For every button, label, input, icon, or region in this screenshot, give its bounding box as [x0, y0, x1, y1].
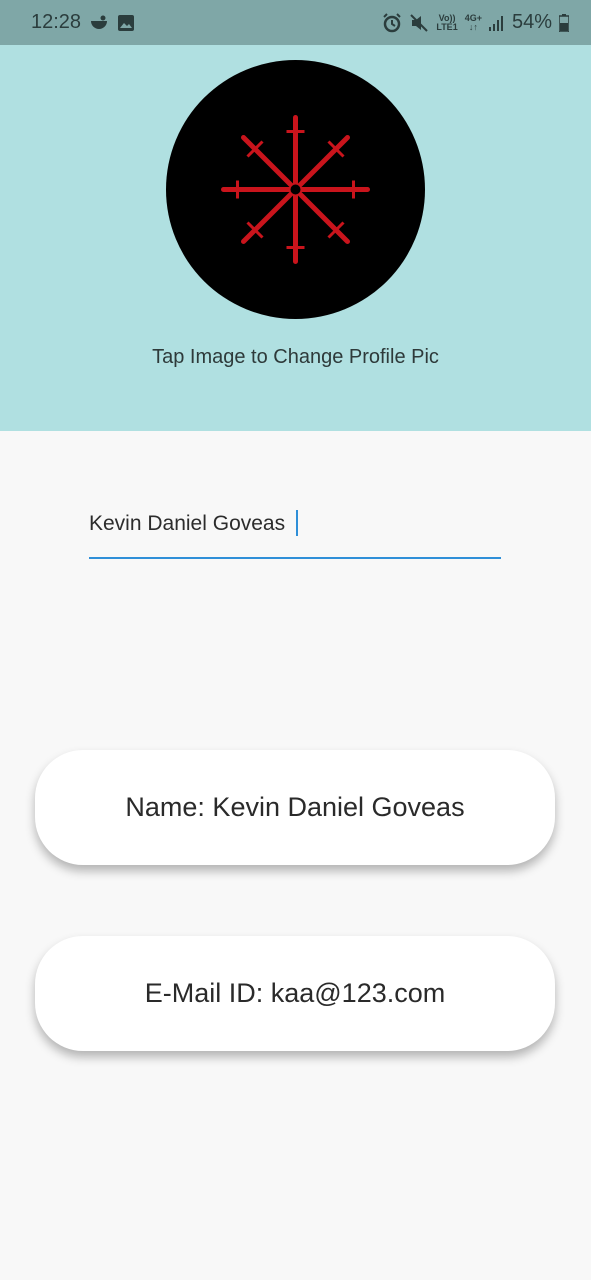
profile-avatar[interactable] — [166, 60, 425, 319]
email-card: E-Mail ID: kaa@123.com — [35, 936, 555, 1051]
lte-label: LTE1 — [436, 21, 458, 32]
status-right: Vo)) LTE1 4G+ ↓↑ 54% — [382, 11, 569, 34]
volte-indicator: Vo)) LTE1 — [436, 13, 458, 32]
app-notification-icon — [91, 15, 108, 29]
battery-icon — [559, 13, 569, 32]
alarm-icon — [383, 12, 402, 32]
name-card-label: Name: Kevin Daniel Goveas — [125, 792, 465, 822]
mute-icon — [410, 13, 429, 32]
gallery-icon — [118, 14, 135, 31]
name-card: Name: Kevin Daniel Goveas — [35, 750, 555, 865]
data-indicator: 4G+ ↓↑ — [465, 13, 482, 32]
battery-percent: 54% — [511, 11, 552, 33]
name-field[interactable] — [89, 500, 501, 559]
email-card-label: E-Mail ID: kaa@123.com — [144, 978, 446, 1008]
data-arrows-label: ↓↑ — [468, 21, 478, 32]
change-photo-hint: Tap Image to Change Profile Pic — [152, 346, 439, 368]
profile-header: Tap Image to Change Profile Pic — [0, 45, 591, 431]
signal-icon — [488, 15, 503, 31]
status-time: 12:28 — [31, 11, 82, 33]
name-input[interactable] — [89, 509, 501, 539]
status-bar: 12:28 Vo)) LTE1 4G+ ↓↑ 54% — [0, 0, 591, 45]
status-left: 12:28 — [31, 11, 135, 34]
text-cursor — [296, 510, 298, 536]
chaos-star-icon — [221, 115, 370, 264]
